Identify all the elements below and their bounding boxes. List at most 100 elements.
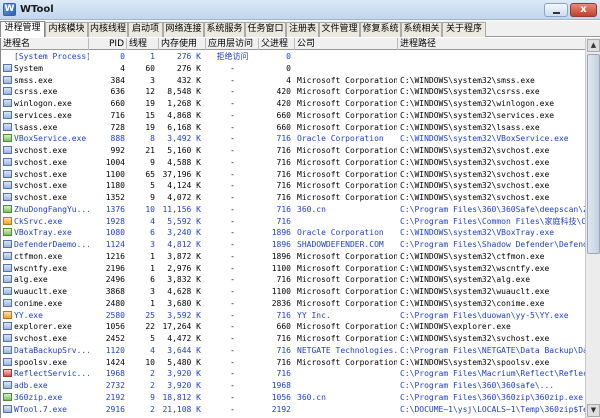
column-header-pid[interactable]: PID	[89, 38, 127, 50]
table-row[interactable]: adb.exe 2732 2 3,920 K - 1968 C:\Program Files…	[1, 380, 585, 391]
tab-7[interactable]: 任务窗口	[245, 22, 286, 37]
table-row[interactable]: csrss.exe 636 12 8,548 K - 420 Microsoft Corpo…	[1, 86, 585, 97]
cell-pid: 1424	[105, 357, 125, 367]
tab-1[interactable]: 进程管理	[0, 21, 45, 37]
cell-mem: 432 K	[176, 75, 201, 85]
cell-access: -	[230, 345, 235, 355]
cell-pid: 1376	[105, 204, 125, 214]
column-header-memory[interactable]: 内存使用	[159, 38, 206, 50]
table-row[interactable]: ReflectServic... 1968 2 3,920 K - 716 C:\Progr…	[1, 368, 585, 379]
scrollbar-thumb[interactable]	[587, 54, 600, 254]
tab-5[interactable]: 网络连接	[163, 22, 204, 37]
cell-threads: 3	[150, 240, 155, 249]
tab-3[interactable]: 内核线程	[88, 22, 128, 37]
cell-access: -	[230, 157, 235, 167]
cell-ppid: 716	[276, 345, 291, 355]
process-icon	[3, 263, 12, 272]
cell-mem: 5,480 K	[167, 357, 201, 367]
table-row[interactable]: WTool.7.exe 2916 2 21,108 K - 2192 C:\DOCUME~1…	[1, 404, 585, 415]
table-row[interactable]: ZhuDongFangYu... 1376 10 11,156 K - 716 360.cn…	[1, 204, 585, 215]
table-row[interactable]: wscntfy.exe 2196 1 2,976 K - 1100 Microsoft Co…	[1, 263, 585, 274]
tab-4[interactable]: 启动项	[128, 22, 163, 37]
process-icon	[3, 334, 12, 342]
table-row[interactable]: svchost.exe 1004 9 4,588 K - 716 Microsoft Cor…	[1, 157, 585, 168]
table-row[interactable]: VBoxTray.exe 1080 6 3,240 K - 1896 Oracle Corp…	[1, 227, 585, 238]
process-icon	[3, 169, 12, 178]
table-row[interactable]: VBoxService.exe 888 8 3,492 K -716 Oracle Cor…	[1, 133, 585, 144]
process-name: svchost.exe	[14, 334, 67, 343]
table-row[interactable]: 360zip.exe 2192 9 18,812 K - 1056 360.cn C:\Pro…	[1, 392, 585, 403]
table-row[interactable]: System 4 60 276 K - 0	[1, 63, 585, 74]
cell-threads: 10	[145, 357, 155, 367]
cell-pid: 660	[110, 99, 125, 108]
cell-company: Microsoft Corporation	[297, 334, 397, 343]
cell-threads: 6	[150, 275, 155, 285]
cell-threads: 5	[150, 181, 155, 191]
tab-8[interactable]: 注册表	[286, 22, 319, 37]
cell-ppid: 660	[276, 322, 291, 332]
table-row[interactable]: smss.exe 384 3 432 K - 4 Microsoft Corporation…	[1, 75, 585, 86]
table-row[interactable]: alg.exe 2496 6 3,832 K - 716 Microsoft Corpora…	[1, 274, 585, 285]
tab-12[interactable]: 关于程序	[442, 22, 486, 37]
table-row[interactable]: ctfmon.exe 1216 1 3,872 K - 1896 Microsoft Cor…	[1, 251, 585, 262]
table-row[interactable]: CkSrvc.exe 1928 4 5,592 K - 716 C:\Program Fil…	[1, 216, 585, 227]
process-name: spoolsv.exe	[14, 357, 67, 367]
table-row[interactable]: [System Process] 0 1 276 K 拒绝访问 0	[1, 51, 585, 62]
tab-11[interactable]: 系统相关	[401, 22, 442, 37]
vertical-scrollbar[interactable]: ▲ ▼	[585, 38, 600, 418]
cell-threads: 9	[150, 392, 155, 402]
table-row[interactable]: spoolsv.exe 1424 10 5,480 K - 716 Microsoft Co…	[1, 357, 585, 368]
table-row[interactable]: svchost.exe 1100 65 37,196 K - 716 Microsoft C…	[1, 169, 585, 180]
tab-6[interactable]: 系统服务	[204, 22, 245, 37]
cell-path: C:\DOCUME~1\ysj\LOCALS~1\Temp\360zip$Tem…	[400, 404, 585, 414]
table-row[interactable]: services.exe 716 15 4,868 K - 660 Microsoft Co…	[1, 110, 585, 121]
minimize-button[interactable]	[544, 3, 568, 17]
table-row[interactable]: DataBackupSrv... 1120 4 3,644 K - 716 NETGATE …	[1, 345, 585, 356]
tab-10[interactable]: 修复系统	[360, 22, 401, 37]
table-row[interactable]: wuauclt.exe 3868 3 4,628 K - 1100 Microsoft Co…	[1, 286, 585, 297]
scroll-down-icon[interactable]: ▼	[587, 404, 600, 417]
tab-2[interactable]: 内核模块	[45, 22, 88, 37]
table-row[interactable]: svchost.exe 1352 9 4,072 K - 716 Microsoft Cor…	[1, 192, 585, 203]
table-row[interactable]: svchost.exe 2452 5 4,472 K - 716 Microsoft Cor…	[1, 333, 585, 344]
cell-pid: 2196	[105, 263, 125, 273]
cell-name: svchost.exe	[1, 145, 89, 156]
cell-name: spoolsv.exe	[1, 357, 89, 368]
cell-name: explorer.exe	[1, 321, 89, 332]
tab-9[interactable]: 文件管理	[319, 22, 360, 37]
column-header-parent-pid[interactable]: 父进程	[259, 38, 295, 50]
cell-access: -	[230, 63, 235, 73]
cell-ppid: 0	[286, 63, 291, 73]
cell-ppid: 716	[276, 181, 291, 191]
table-row[interactable]: lsass.exe 728 19 6,168 K - 660 Microsoft Corpo…	[1, 122, 585, 133]
cell-ppid: 1056	[271, 392, 291, 402]
table-row[interactable]: svchost.exe 992 21 5,160 K - 716 Microsoft Cor…	[1, 145, 585, 156]
cell-company	[297, 404, 397, 415]
column-header-name[interactable]: 进程名	[1, 38, 89, 50]
process-icon	[3, 357, 12, 366]
close-button[interactable]: x	[570, 3, 597, 17]
process-name: smss.exe	[14, 75, 53, 85]
cell-threads: 19	[145, 99, 155, 108]
column-header-threads[interactable]: 线程	[127, 38, 159, 50]
table-row[interactable]: DefenderDaemo... 1124 3 4,812 K - 1896 SHADOWD…	[1, 239, 585, 250]
cell-path: C:\WINDOWS\system32\winlogon.exe	[400, 99, 555, 108]
process-name: svchost.exe	[14, 169, 67, 179]
table-row[interactable]: winlogon.exe 660 19 1,268 K - 420 Microsoft Co…	[1, 98, 585, 109]
process-icon	[3, 381, 12, 389]
table-row[interactable]: explorer.exe 1056 22 17,264 K - 660 Microsoft …	[1, 321, 585, 332]
scroll-up-icon[interactable]: ▲	[587, 39, 600, 52]
cell-path: C:\Program Files\NETGATE\Data Backup\Dat…	[400, 345, 585, 355]
process-name: svchost.exe	[14, 181, 67, 191]
cell-name: ctfmon.exe	[1, 251, 89, 262]
cell-company: Microsoft Corporation	[297, 287, 397, 296]
column-header-company[interactable]: 公司	[295, 38, 398, 50]
table-row[interactable]: YY.exe 2580 25 3,592 K - 716 YY Inc. C:\Program…	[1, 310, 585, 321]
cell-name: adb.exe	[1, 380, 89, 391]
table-row[interactable]: conime.exe 2480 1 3,680 K - 2836 Microsoft Cor…	[1, 298, 585, 309]
cell-threads: 12	[145, 87, 155, 97]
table-row[interactable]: svchost.exe 1180 5 4,124 K - 716 Microsoft Cor…	[1, 180, 585, 191]
column-header-access[interactable]: 应用层访问	[206, 38, 259, 50]
cell-threads: 10	[145, 204, 155, 214]
column-header-path[interactable]: 进程路径	[398, 38, 585, 50]
